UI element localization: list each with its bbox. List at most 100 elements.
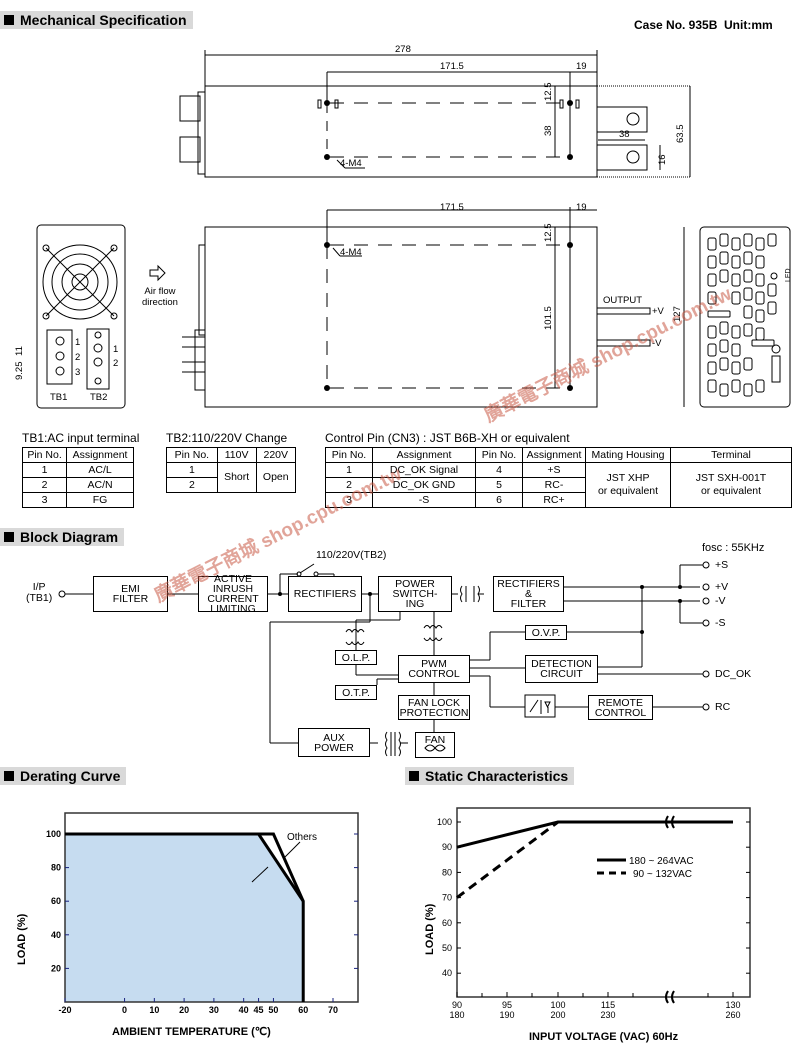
cell: JST XHP or equivalent <box>585 462 671 508</box>
tb1-caption: TB1:AC input terminal <box>22 431 140 445</box>
x-tick-label-secondary: 260 <box>725 1010 740 1020</box>
th: Pin No. <box>166 447 218 463</box>
airflow-label: Air flow direction <box>142 286 178 308</box>
cell: +S <box>522 462 586 478</box>
cell: AC/L <box>66 462 134 478</box>
cell: RC+ <box>522 492 586 508</box>
th: Pin No. <box>21 447 68 463</box>
y-tick-label: 60 <box>442 918 452 928</box>
dim-171-5: 171.5 <box>440 61 464 72</box>
cell: Open <box>255 462 296 493</box>
legend-solid-label: 180 ~ 264VAC <box>629 856 694 867</box>
power-switching-block: POWER SWITCH- ING <box>378 576 452 612</box>
m4-label-top: 4-M4 <box>340 158 362 169</box>
tb1-table: Pin No. Assignment 1 AC/L 2 AC/N 3 FG <box>21 447 134 508</box>
cell: Short <box>216 462 257 493</box>
tb1-pin-1: 1 <box>75 337 80 348</box>
dim-171-5-side: 171.5 <box>440 202 464 213</box>
x-tick-label: 90 <box>452 1000 462 1010</box>
th: Terminal <box>670 447 792 463</box>
x-tick-label: 60 <box>298 1005 308 1015</box>
pwm-control-block: PWM CONTROL <box>398 655 470 683</box>
y-tick-label: 80 <box>442 867 452 877</box>
dc-ok-label: DC_OK <box>715 668 752 680</box>
cell: 5 <box>475 477 523 493</box>
table-row: 1 Short Open <box>166 462 296 493</box>
cn3-table: Pin No. Assignment Pin No. Assignment Mating… <box>325 447 792 508</box>
x-tick-label: 70 <box>328 1005 338 1015</box>
derating-ylabel: LOAD (%) <box>16 913 28 965</box>
y-tick-label: 90 <box>442 842 452 852</box>
otp-block: O.T.P. <box>335 685 377 700</box>
cell: 6 <box>475 492 523 508</box>
detection-circuit-block: DETECTION CIRCUIT <box>525 655 598 683</box>
fan-lock-block: FAN LOCK PROTECTION <box>398 695 470 720</box>
table-row: 1 DC_OK Signal 4 +S JST XHP or equivalent JST… <box>325 462 792 508</box>
derating-chart: AMBIENT TEMPERATURE (℃) LOAD (%) Others … <box>16 812 359 1038</box>
th: Mating Housing <box>585 447 671 463</box>
cell: 3 <box>325 492 373 508</box>
output-plus-v: +V <box>715 581 729 593</box>
y-tick-label: 100 <box>46 829 61 839</box>
tb2-label: TB2 <box>90 392 107 403</box>
dim-38-tab: 38 <box>619 129 630 140</box>
rectifiers-block: RECTIFIERS <box>288 576 362 612</box>
y-tick-label: 20 <box>51 963 61 973</box>
derating-fill-area <box>65 834 304 1002</box>
dim-12-5: 12.5 <box>543 83 554 102</box>
cell: 1 <box>325 462 373 478</box>
dim-11: 11 <box>14 346 25 356</box>
section-derating-title: Derating Curve <box>0 767 127 785</box>
others-arrow <box>283 841 301 859</box>
dim-127: 127 <box>672 306 683 322</box>
tb2-pin-2: 2 <box>113 358 118 369</box>
rc-label: RC <box>715 701 731 713</box>
cell: DC_OK GND <box>372 477 476 493</box>
tb1-label: TB1 <box>50 392 67 403</box>
th: Pin No. <box>325 447 373 463</box>
cell: 3 <box>21 492 68 508</box>
output-minus-s: -S <box>715 617 726 629</box>
inrush-block: ACTIVE INRUSH CURRENT LIMITING <box>198 574 268 614</box>
tb2-table: Pin No. 110V 220V 1 Short Open 2 <box>166 447 296 493</box>
output-plus-s: +S <box>715 559 729 571</box>
tb2-caption: TB2:110/220V Change <box>166 431 288 445</box>
x-tick-label: 0 <box>122 1005 127 1015</box>
cell: AC/N <box>66 477 134 493</box>
output-minus-v: -V <box>652 338 662 349</box>
tb2-pin-1: 1 <box>113 344 118 355</box>
x-tick-label: 130 <box>725 1000 740 1010</box>
legend-dashed-label: 90 ~ 132VAC <box>633 869 692 880</box>
dim-101-5: 101.5 <box>543 306 554 330</box>
remote-control-block: REMOTE CONTROL <box>588 695 653 720</box>
th: Pin No. <box>475 447 523 463</box>
aux-power-block: AUX POWER <box>298 728 370 757</box>
series-line-0 <box>456 820 733 849</box>
x-tick-label-secondary: 180 <box>449 1010 464 1020</box>
table-row: 2 AC/N <box>21 477 134 493</box>
y-tick-label: 100 <box>437 817 452 827</box>
rectifiers-filter-block: RECTIFIERS & FILTER <box>493 576 564 612</box>
x-tick-label: 20 <box>179 1005 189 1015</box>
x-tick-label: 50 <box>268 1005 278 1015</box>
table-row: 1 AC/L <box>21 462 134 478</box>
cell: 1 <box>166 462 218 478</box>
x-tick-label-secondary: 230 <box>600 1010 615 1020</box>
x-tick-label: 115 <box>601 1000 615 1010</box>
input-tb1-label: I/P (TB1) <box>26 581 53 604</box>
cell: -S <box>372 492 476 508</box>
y-tick-label: 50 <box>442 943 452 953</box>
x-tick-label: 40 <box>239 1005 249 1015</box>
switch-label: 110/220V(TB2) <box>316 549 387 561</box>
mechanical-drawing: 278 171.5 19 12.5 38 38 16 63.5 4-M4 171… <box>14 44 792 409</box>
y-tick-label: 70 <box>442 893 452 903</box>
th: 220V <box>255 447 296 463</box>
table-row: 3 FG <box>21 492 134 508</box>
th: Assignment <box>372 447 476 463</box>
x-tick-label: 30 <box>209 1005 219 1015</box>
x-tick-label: 10 <box>149 1005 159 1015</box>
cell: DC_OK Signal <box>372 462 476 478</box>
dim-16: 16 <box>657 154 668 165</box>
dim-63-5: 63.5 <box>675 125 686 144</box>
output-plus-v: +V <box>652 306 665 317</box>
